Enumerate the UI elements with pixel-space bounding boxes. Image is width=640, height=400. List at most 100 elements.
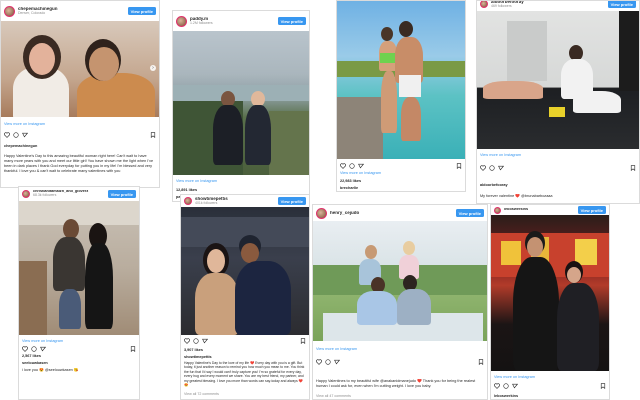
action-bar — [480, 165, 636, 172]
location: Denver, Colorado — [18, 10, 46, 15]
post-caption: Happy Valentine's Day to this amazing be… — [4, 154, 154, 173]
view-more-link[interactable]: View more on Instagram — [340, 171, 381, 175]
view-more-link[interactable]: View more on Instagram — [22, 339, 63, 343]
view-more-link[interactable]: View more on Instagram — [4, 122, 45, 126]
avatar[interactable] — [4, 5, 15, 17]
comment-icon[interactable] — [349, 163, 355, 169]
share-icon[interactable] — [358, 163, 364, 169]
avatar[interactable] — [184, 197, 192, 205]
follower-count: 1.2M followers — [190, 20, 213, 25]
post-caption: Happy Valentine's Day to the love of my … — [184, 361, 305, 388]
heart-icon[interactable] — [316, 359, 322, 365]
heart-icon[interactable] — [494, 383, 500, 389]
comment-icon[interactable] — [31, 346, 37, 352]
heart-icon[interactable] — [340, 163, 346, 169]
comment-icon[interactable] — [489, 165, 495, 171]
post-card-brecharlie: View more on Instagram 22,983 likes brec… — [336, 0, 466, 192]
view-profile-button[interactable]: View profile — [455, 209, 484, 217]
view-profile-button[interactable]: View profile — [277, 197, 306, 205]
post-card-leboswerkins: leboswerkins View profile View more on I… — [490, 204, 610, 400]
heart-icon[interactable] — [480, 165, 486, 171]
post-photo[interactable] — [491, 215, 609, 371]
post-photo[interactable] — [337, 1, 465, 159]
post-header: aldoorbefooray 469 followers View profil… — [477, 1, 639, 9]
share-icon[interactable] — [334, 359, 340, 365]
bottom-username[interactable]: showtimepettis — [184, 355, 212, 359]
bookmark-icon[interactable] — [630, 165, 636, 171]
avatar[interactable] — [494, 206, 501, 214]
avatar[interactable] — [176, 15, 187, 27]
avatar[interactable] — [22, 190, 30, 198]
avatar[interactable] — [316, 207, 327, 219]
post-card-henry-cejudo: henry_cejudo View profile View more on I… — [312, 204, 488, 400]
action-bar — [4, 132, 156, 139]
post-header: christianitamaizh_and_gloverz 68.3k foll… — [19, 187, 139, 201]
post-header: showtimepettis 401k followers View profi… — [181, 195, 309, 207]
share-icon[interactable] — [202, 338, 208, 344]
view-profile-button[interactable]: View profile — [107, 190, 136, 198]
post-caption: i love you 😍 @seelouwkasen 😘 — [22, 368, 79, 372]
post-photo[interactable]: › — [1, 21, 159, 117]
post-card-paddy: paddy.m 1.2M followers View profile View… — [172, 10, 310, 202]
share-icon[interactable] — [512, 383, 518, 389]
post-card-showtimepettis: showtimepettis 401k followers View profi… — [180, 194, 310, 400]
view-more-link[interactable]: View more on Instagram — [316, 347, 357, 351]
post-caption: My forever valentine ❤️ @brunabarbozaaa — [480, 194, 553, 198]
heart-icon[interactable] — [4, 132, 10, 138]
username[interactable]: leboswerkins — [504, 208, 578, 212]
avatar[interactable] — [480, 1, 488, 8]
comment-icon[interactable] — [503, 383, 509, 389]
post-header: chepemachinegun Denver, Colorado View pr… — [1, 1, 159, 21]
action-bar — [494, 383, 606, 390]
view-more-link[interactable]: View more on Instagram — [480, 153, 521, 157]
view-profile-button[interactable]: View profile — [577, 206, 606, 214]
view-profile-button[interactable]: View profile — [277, 17, 306, 25]
action-bar — [22, 346, 136, 353]
share-icon[interactable] — [498, 165, 504, 171]
share-icon[interactable] — [22, 132, 28, 138]
post-photo[interactable] — [19, 201, 139, 335]
action-bar — [340, 163, 462, 170]
view-profile-button[interactable]: View profile — [127, 7, 156, 15]
post-photo[interactable] — [477, 11, 639, 149]
view-more-link[interactable]: View more on Instagram — [494, 375, 535, 379]
next-arrow-icon[interactable]: › — [150, 65, 156, 71]
view-more-link[interactable]: View more on Instagram — [176, 179, 217, 183]
view-all-comments-link[interactable]: View all 72 comments — [184, 392, 219, 396]
like-count: 2,567 likes — [22, 354, 42, 358]
bottom-username[interactable]: seelouwkasen — [22, 361, 48, 365]
bookmark-icon[interactable] — [478, 359, 484, 365]
share-icon[interactable] — [40, 346, 46, 352]
bottom-username[interactable]: chepemachinegun — [4, 144, 37, 148]
view-all-comments-link[interactable]: View all 47 comments — [316, 394, 351, 398]
action-bar — [184, 338, 306, 345]
follower-count: 469 followers — [491, 3, 512, 8]
bottom-username[interactable]: leboswerkins — [494, 394, 518, 398]
post-photo[interactable] — [181, 207, 309, 335]
bookmark-icon[interactable] — [456, 163, 462, 169]
bookmark-icon[interactable] — [600, 383, 606, 389]
post-card-chepemachinegun: chepemachinegun Denver, Colorado View pr… — [0, 0, 160, 188]
post-header: leboswerkins View profile — [491, 205, 609, 215]
username[interactable]: henry_cejudo — [330, 211, 456, 216]
post-photo[interactable] — [313, 221, 487, 341]
follower-count: 68.3k followers — [33, 193, 57, 198]
post-header: paddy.m 1.2M followers View profile — [173, 11, 309, 31]
comment-icon[interactable] — [193, 338, 199, 344]
post-photo[interactable] — [173, 31, 309, 175]
comment-icon[interactable] — [325, 359, 331, 365]
bottom-username[interactable]: brecharlie — [340, 186, 358, 190]
bookmark-icon[interactable] — [130, 346, 136, 352]
post-card-aldoorbefooray: aldoorbefooray 469 followers View profil… — [476, 0, 640, 204]
post-card-christianitamaizh: christianitamaizh_and_gloverz 68.3k foll… — [18, 186, 140, 400]
like-count: 3,907 likes — [184, 348, 204, 352]
bottom-username[interactable]: aldoorbefooray — [480, 183, 508, 187]
heart-icon[interactable] — [22, 346, 28, 352]
view-profile-button[interactable]: View profile — [607, 1, 636, 8]
action-bar — [316, 359, 484, 366]
comment-icon[interactable] — [13, 132, 19, 138]
bookmark-icon[interactable] — [150, 132, 156, 138]
like-count: 12,891 likes — [176, 188, 198, 192]
bookmark-icon[interactable] — [300, 338, 306, 344]
heart-icon[interactable] — [184, 338, 190, 344]
